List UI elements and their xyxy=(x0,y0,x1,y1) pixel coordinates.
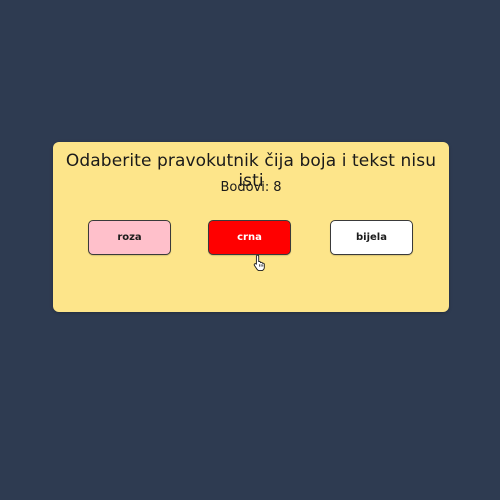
score-display: Bodovi: 8 xyxy=(53,180,449,195)
color-option-label: roza xyxy=(117,232,142,243)
color-option-label: bijela xyxy=(356,232,387,243)
color-option-roza-button[interactable]: roza xyxy=(88,220,171,255)
score-label: Bodovi: xyxy=(220,180,270,195)
score-value: 8 xyxy=(273,180,282,195)
color-option-crna-button[interactable]: crna xyxy=(208,220,291,255)
hand-pointer-icon xyxy=(253,254,265,271)
color-option-label: crna xyxy=(237,232,262,243)
game-card: Odaberite pravokutnik čija boja i tekst … xyxy=(53,142,449,312)
color-option-bijela-button[interactable]: bijela xyxy=(330,220,413,255)
